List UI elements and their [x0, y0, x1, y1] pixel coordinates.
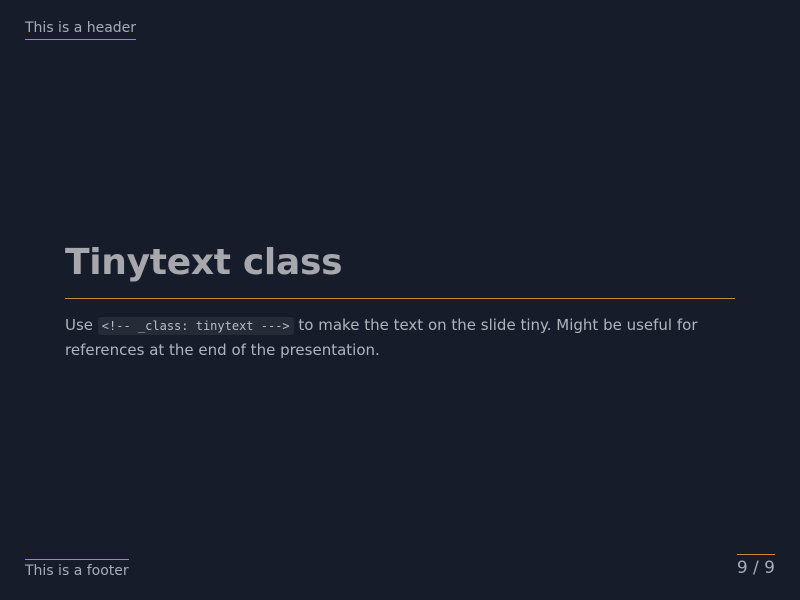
slide-header: This is a header — [25, 19, 137, 40]
page-number: 9 / 9 — [736, 554, 775, 579]
body-prefix: Use — [65, 316, 98, 334]
inline-code: <!-- _class: tinytext ---> — [97, 317, 294, 335]
slide: This is a header Tinytext class Use <!--… — [0, 0, 800, 600]
title-divider — [65, 298, 735, 299]
slide-body: Use <!-- _class: tinytext ---> to make t… — [65, 313, 735, 362]
slide-title: Tinytext class — [65, 242, 343, 283]
slide-footer: This is a footer — [25, 559, 129, 580]
